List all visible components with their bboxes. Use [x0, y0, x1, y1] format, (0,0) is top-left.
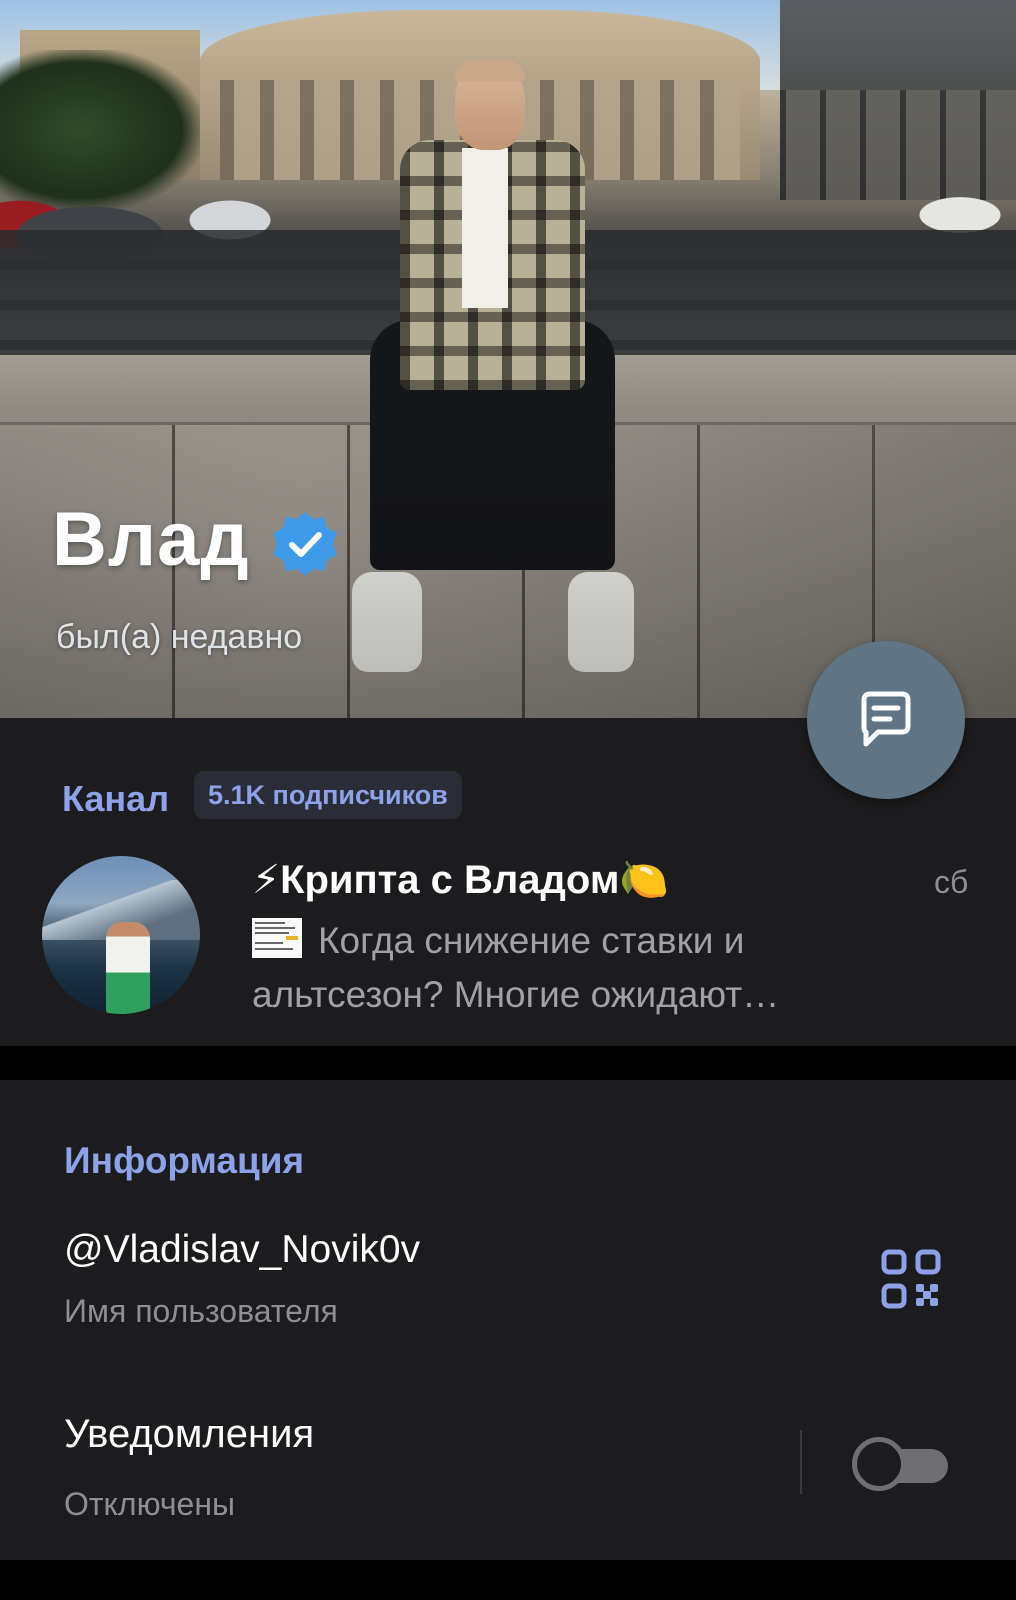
photo-trees — [0, 50, 200, 210]
message-icon — [861, 691, 911, 747]
channel-title[interactable]: ⚡Крипта с Владом🍋 — [252, 856, 669, 903]
notifications-status: Отключены — [64, 1486, 236, 1522]
bottom-strip — [0, 1560, 1016, 1600]
channel-post-preview: Когда снижение ставки и альтсезон? Многи… — [252, 920, 780, 1015]
profile-name: Влад — [52, 497, 250, 582]
photo-building-right — [780, 0, 1016, 200]
notifications-label: Уведомления — [64, 1412, 315, 1456]
username-value[interactable]: @Vladislav_Novik0v — [64, 1228, 420, 1272]
channel-section-label: Канал — [62, 778, 170, 819]
person-hair — [455, 60, 525, 82]
last-seen-status: был(а) недавно — [56, 618, 303, 656]
qr-code-icon[interactable] — [880, 1248, 942, 1310]
section-separator — [0, 1046, 1016, 1080]
toggle-knob — [852, 1437, 906, 1491]
avatar-person — [106, 922, 150, 1014]
message-button[interactable] — [807, 641, 965, 799]
info-section-title: Информация — [64, 1140, 305, 1181]
channel-avatar[interactable] — [42, 856, 200, 1014]
person-shirt — [462, 148, 508, 308]
verified-badge-icon[interactable] — [270, 509, 340, 579]
toggle-divider — [800, 1430, 802, 1494]
subscribers-badge: 5.1K подписчиков — [194, 771, 462, 819]
channel-last-post-time: сб — [934, 864, 969, 900]
notifications-toggle[interactable] — [852, 1437, 948, 1491]
profile-photo[interactable] — [0, 0, 1016, 718]
username-caption: Имя пользователя — [64, 1293, 338, 1329]
